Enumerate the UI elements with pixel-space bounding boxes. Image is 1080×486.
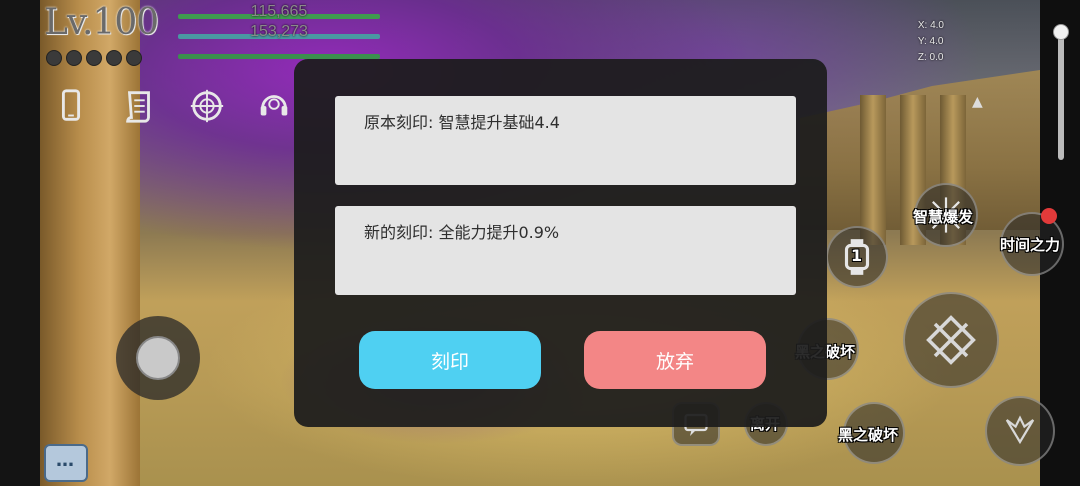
mp-value: 153,273 — [250, 23, 308, 40]
hp-value: 115,665 — [250, 3, 308, 20]
camera-zoom-knob[interactable] — [1053, 24, 1069, 40]
skill-slot-number: 1 — [851, 246, 863, 265]
engrave-button[interactable]: 刻印 — [359, 331, 541, 389]
buff-slot — [106, 50, 122, 66]
original-engraving-text: 原本刻印: 智慧提升基础4.4 — [364, 113, 560, 132]
ruin-column — [860, 95, 886, 245]
skill-time-power-label: 时间之力 — [1000, 236, 1061, 254]
discard-button[interactable]: 放弃 — [584, 331, 766, 389]
crossed-swords-icon — [926, 315, 976, 365]
buff-slot — [86, 50, 102, 66]
skill-wisdom-burst-label: 智慧爆发 — [913, 208, 974, 226]
camera-zoom-slider[interactable] — [1058, 30, 1064, 160]
winged-icon — [1005, 415, 1035, 445]
buff-slots — [46, 50, 142, 66]
screen-edge-left — [0, 0, 40, 486]
main-attack-button[interactable] — [903, 292, 999, 388]
chat-bubble-icon: … — [56, 449, 76, 471]
chat-button[interactable]: … — [44, 444, 88, 482]
buff-slot — [46, 50, 62, 66]
new-engraving-text: 新的刻印: 全能力提升0.9% — [364, 223, 560, 242]
compass-arrow-icon: ▲ — [972, 94, 983, 110]
skill-black-break-2-label: 黑之破坏 — [838, 426, 899, 444]
headset-icon[interactable] — [252, 84, 296, 128]
buff-slot — [126, 50, 142, 66]
coord-x: X: 4.0 — [917, 20, 944, 31]
new-engraving-box: 新的刻印: 全能力提升0.9% — [335, 206, 796, 295]
skill-ultimate[interactable] — [985, 396, 1055, 466]
player-level: Lv.100 — [44, 2, 159, 43]
engraving-dialog: 原本刻印: 智慧提升基础4.4 新的刻印: 全能力提升0.9% 刻印 放弃 — [294, 59, 827, 427]
coordinate-readout: X: 4.0 Y: 4.0 Z: 0.0 — [918, 18, 944, 66]
buff-slot — [66, 50, 82, 66]
coord-z: Z: 0.0 — [917, 52, 944, 63]
scroll-icon[interactable] — [117, 84, 161, 128]
original-engraving-box: 原本刻印: 智慧提升基础4.4 — [335, 96, 796, 185]
joystick-knob[interactable] — [136, 336, 180, 380]
phone-icon[interactable] — [49, 84, 93, 128]
notification-dot — [1041, 208, 1057, 224]
crosshair-icon[interactable] — [185, 84, 229, 128]
coord-y: Y: 4.0 — [917, 36, 944, 47]
